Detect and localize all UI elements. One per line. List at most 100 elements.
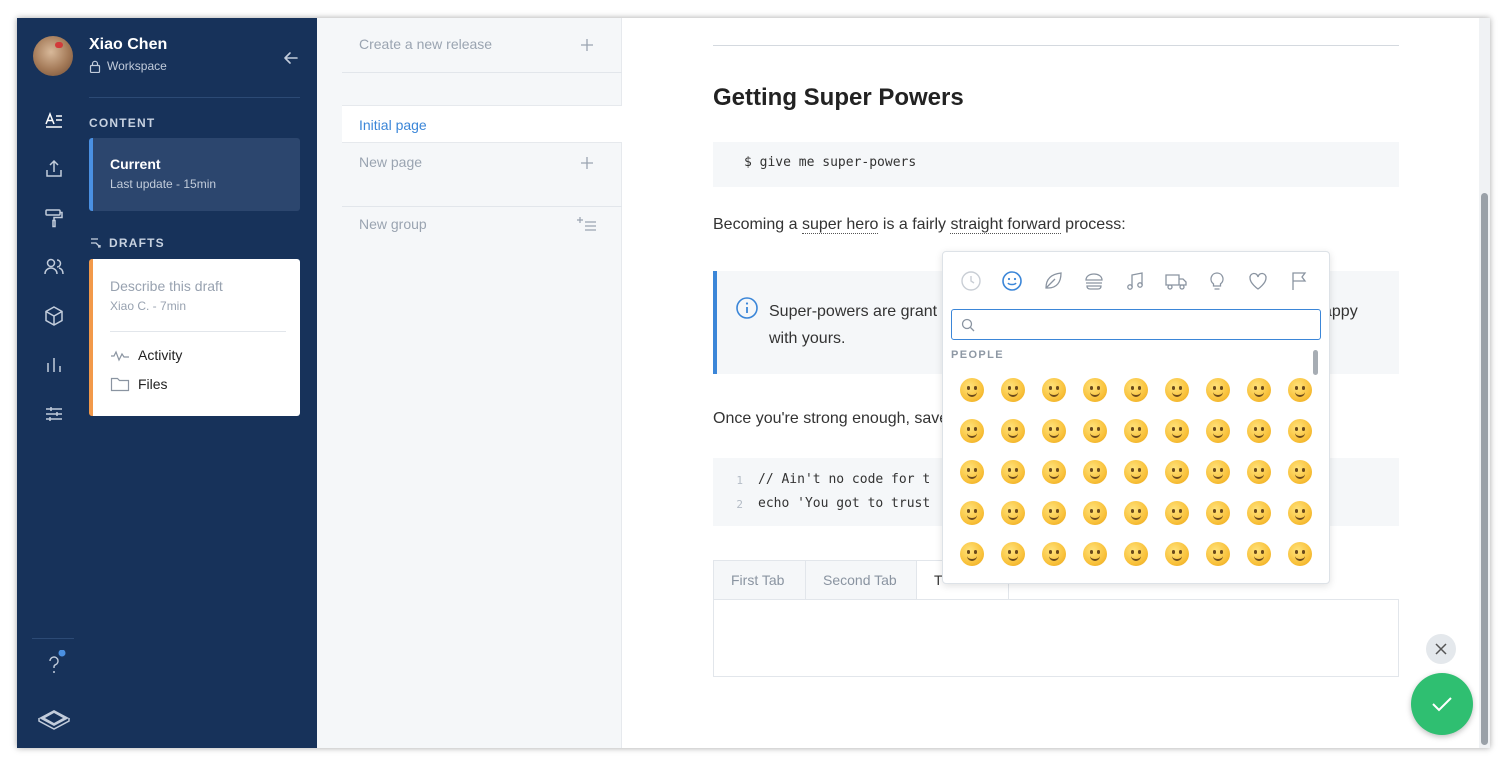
- emoji-item[interactable]: [1115, 369, 1156, 410]
- category-objects[interactable]: [1196, 265, 1237, 297]
- emoji-item[interactable]: [1279, 410, 1320, 451]
- workspace-label: Workspace: [89, 59, 167, 73]
- emoji-item[interactable]: [1279, 492, 1320, 533]
- emoji-item[interactable]: [1074, 410, 1115, 451]
- emoji-item[interactable]: [1115, 574, 1156, 584]
- emoji-item[interactable]: [1238, 492, 1279, 533]
- emoji-item[interactable]: [992, 492, 1033, 533]
- emoji-item[interactable]: [1033, 410, 1074, 451]
- category-activity[interactable]: [1114, 265, 1155, 297]
- category-people[interactable]: [991, 265, 1032, 297]
- tab-first[interactable]: First Tab: [713, 560, 806, 600]
- draft-title[interactable]: Describe this draft: [110, 278, 223, 294]
- emoji-item[interactable]: [992, 410, 1033, 451]
- content-icon[interactable]: [42, 108, 66, 132]
- category-symbols[interactable]: [1237, 265, 1278, 297]
- current-version-card[interactable]: Current Last update - 15min: [89, 138, 300, 211]
- emoji-item[interactable]: [992, 451, 1033, 492]
- tab-panel[interactable]: [713, 599, 1399, 677]
- emoji-item[interactable]: [1238, 451, 1279, 492]
- emoji-item[interactable]: [951, 574, 992, 584]
- confirm-button[interactable]: [1411, 673, 1473, 735]
- emoji-item[interactable]: [1279, 533, 1320, 574]
- emoji-item[interactable]: [1279, 451, 1320, 492]
- emoji-item[interactable]: [1033, 369, 1074, 410]
- emoji-item[interactable]: [1156, 574, 1197, 584]
- category-food[interactable]: [1073, 265, 1114, 297]
- package-icon[interactable]: [42, 304, 66, 328]
- draft-item-activity[interactable]: Activity: [110, 347, 182, 363]
- emoji-item[interactable]: [1074, 492, 1115, 533]
- emoji-item[interactable]: [1197, 574, 1238, 584]
- avatar[interactable]: [33, 36, 73, 76]
- emoji-item[interactable]: [1115, 451, 1156, 492]
- paragraph-2[interactable]: Once you're strong enough, save: [713, 410, 948, 428]
- scrollbar-thumb[interactable]: [1481, 193, 1488, 745]
- sliders-icon[interactable]: [42, 402, 66, 426]
- emoji-item[interactable]: [1074, 533, 1115, 574]
- emoji-item[interactable]: [1197, 451, 1238, 492]
- paint-roller-icon[interactable]: [42, 206, 66, 230]
- emoji-item[interactable]: [951, 492, 992, 533]
- add-group-icon[interactable]: [577, 216, 597, 232]
- emoji-item[interactable]: [1033, 492, 1074, 533]
- emoji-item[interactable]: [1197, 533, 1238, 574]
- emoji-item[interactable]: [992, 533, 1033, 574]
- category-travel[interactable]: [1155, 265, 1196, 297]
- category-recent[interactable]: [950, 265, 991, 297]
- emoji-item[interactable]: [1197, 410, 1238, 451]
- draft-card[interactable]: Describe this draft Xiao C. - 7min Activ…: [89, 259, 300, 416]
- tab-second[interactable]: Second Tab: [805, 560, 917, 600]
- plus-icon[interactable]: [579, 37, 595, 53]
- close-button[interactable]: [1426, 634, 1456, 664]
- emoji-item[interactable]: [1156, 451, 1197, 492]
- emoji-item[interactable]: [1156, 410, 1197, 451]
- category-flags[interactable]: [1278, 265, 1319, 297]
- emoji-item[interactable]: [1238, 369, 1279, 410]
- emoji-item[interactable]: [951, 369, 992, 410]
- help-icon[interactable]: [42, 650, 68, 678]
- emoji-item[interactable]: [1115, 533, 1156, 574]
- command-code-block[interactable]: $ give me super-powers: [713, 142, 1399, 187]
- emoji-item[interactable]: [992, 574, 1033, 584]
- emoji-item[interactable]: [1156, 492, 1197, 533]
- article-heading[interactable]: Getting Super Powers: [713, 84, 964, 112]
- analytics-icon[interactable]: [42, 353, 66, 377]
- emoji-item[interactable]: [1197, 369, 1238, 410]
- emoji-item[interactable]: [1197, 492, 1238, 533]
- new-group-link[interactable]: New group: [359, 216, 427, 232]
- paragraph-1[interactable]: Becoming a super hero is a fairly straig…: [713, 216, 1126, 234]
- emoji-item[interactable]: [1115, 492, 1156, 533]
- emoji-item[interactable]: [1074, 369, 1115, 410]
- page-item-initial[interactable]: Initial page: [342, 105, 622, 143]
- emoji-item[interactable]: [1156, 533, 1197, 574]
- emoji-item[interactable]: [951, 410, 992, 451]
- emoji-item[interactable]: [1279, 574, 1320, 584]
- book-logo-icon[interactable]: [37, 706, 71, 730]
- plus-icon[interactable]: [579, 155, 595, 171]
- users-icon[interactable]: [42, 255, 66, 279]
- upload-icon[interactable]: [42, 157, 66, 181]
- draft-item-files[interactable]: Files: [110, 376, 168, 392]
- emoji-item[interactable]: [1115, 410, 1156, 451]
- emoji-item[interactable]: [1279, 369, 1320, 410]
- emoji-item[interactable]: [1033, 533, 1074, 574]
- arrow-left-icon[interactable]: [281, 48, 301, 68]
- emoji-item[interactable]: [1074, 451, 1115, 492]
- emoji-item[interactable]: [1033, 451, 1074, 492]
- emoji-grid: [951, 369, 1321, 584]
- emoji-item[interactable]: [1238, 410, 1279, 451]
- emoji-search-input[interactable]: [980, 314, 1310, 335]
- emoji-item[interactable]: [951, 451, 992, 492]
- create-release-link[interactable]: Create a new release: [359, 36, 492, 52]
- emoji-item[interactable]: [992, 369, 1033, 410]
- emoji-item[interactable]: [1238, 533, 1279, 574]
- emoji-item[interactable]: [1238, 574, 1279, 584]
- new-page-link[interactable]: New page: [359, 154, 422, 170]
- emoji-item[interactable]: [1033, 574, 1074, 584]
- category-nature[interactable]: [1032, 265, 1073, 297]
- emoji-item[interactable]: [1074, 574, 1115, 584]
- emoji-item[interactable]: [951, 533, 992, 574]
- scrollbar[interactable]: [1479, 18, 1490, 748]
- emoji-item[interactable]: [1156, 369, 1197, 410]
